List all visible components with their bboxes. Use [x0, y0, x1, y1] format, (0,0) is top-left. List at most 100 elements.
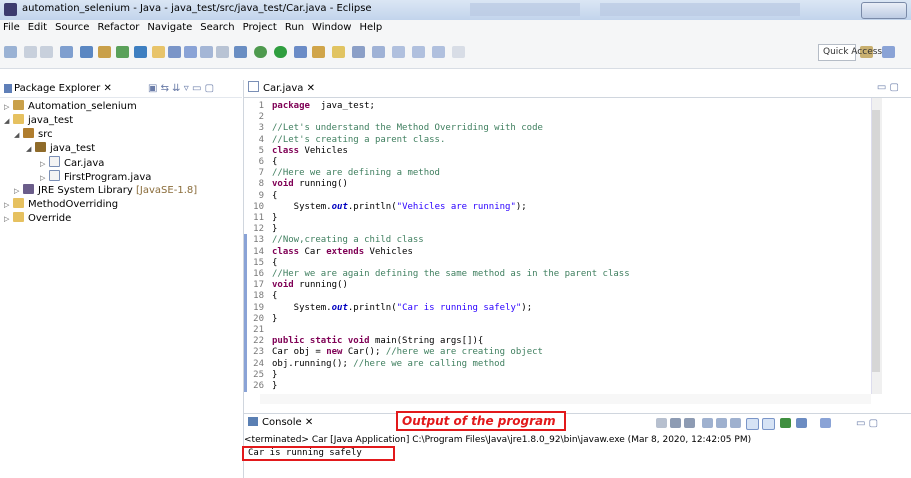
new-folder-icon[interactable] [332, 46, 345, 58]
remove-all-icon[interactable] [684, 418, 695, 428]
code-line[interactable]: 21 [244, 324, 272, 336]
console-minimize-icon[interactable]: ▭ ▢ [856, 418, 878, 429]
tree-item-firstprogram-java[interactable]: ▷ FirstProgram.java [40, 170, 151, 184]
code-line[interactable]: 2 [244, 111, 272, 123]
menu-edit[interactable]: Edit [25, 20, 52, 36]
code-line[interactable]: 17 void running() [244, 279, 348, 292]
open-console-icon[interactable] [820, 418, 831, 428]
collapse-all-icon[interactable]: ▣ ⇆ ⇊ ▿ ▭ ▢ [148, 83, 214, 94]
java-perspective-button[interactable] [882, 46, 895, 58]
menu-navigate[interactable]: Navigate [144, 20, 197, 36]
tree-item-automation-selenium[interactable]: ▷ Automation_selenium [4, 100, 137, 114]
run-external-icon[interactable] [294, 46, 307, 58]
code-line[interactable]: 18 { [244, 290, 277, 303]
editor-tab-car-java[interactable]: Car.java ✕ [248, 80, 318, 97]
terminal-icon[interactable] [60, 46, 73, 58]
skip-breakpoints-icon[interactable] [80, 46, 93, 58]
code-editor[interactable]: 1 package java_test; 2 3 //Let's understand … [244, 98, 871, 394]
tree-item-java-test[interactable]: ◢ java_test [4, 114, 73, 128]
code-line[interactable]: 22 public static void main(String args[])… [244, 335, 483, 348]
code-line[interactable]: 11} [244, 212, 277, 224]
remove-launch-icon[interactable] [670, 418, 681, 428]
menu-project[interactable]: Project [240, 20, 282, 36]
code-line[interactable]: 4 //Let's creating a parent class. [244, 134, 446, 146]
new-project-icon[interactable] [98, 46, 111, 58]
open-perspective-icon[interactable] [312, 46, 325, 58]
debug-icon[interactable] [254, 46, 267, 58]
save-icon[interactable] [24, 46, 37, 58]
tree-item-methodoverriding[interactable]: ▷ MethodOverriding [4, 198, 118, 212]
menu-search[interactable]: Search [197, 20, 239, 36]
quick-access-field[interactable]: Quick Access [818, 44, 882, 61]
window-controls[interactable] [861, 2, 907, 19]
next-icon[interactable] [452, 46, 465, 58]
tree-item-car-java[interactable]: ▷ Car.java [40, 156, 104, 170]
code-line[interactable]: 3 //Let's understand the Method Overridin… [244, 122, 543, 134]
expand-arrow-icon[interactable]: ▷ [4, 212, 13, 226]
expand-arrow-icon[interactable]: ▷ [4, 100, 13, 114]
save-all-icon[interactable] [40, 46, 53, 58]
prev-annotation-icon[interactable] [392, 46, 405, 58]
minimize-maximize-icon[interactable]: ▭ ▢ [877, 82, 899, 93]
menu-window[interactable]: Window [309, 20, 356, 36]
annotation-icon[interactable] [372, 46, 385, 58]
block-select-icon[interactable] [216, 46, 229, 58]
menu-run[interactable]: Run [282, 20, 309, 36]
pin-editor-icon[interactable] [352, 46, 365, 58]
tree-item-override[interactable]: ▷ Override [4, 212, 71, 226]
show-whitespace-icon[interactable] [200, 46, 213, 58]
run-icon[interactable] [274, 46, 287, 58]
new-class-icon[interactable] [134, 46, 147, 58]
code-line[interactable]: 15 { [244, 256, 277, 269]
menu-source[interactable]: Source [52, 20, 94, 36]
menu-help[interactable]: Help [356, 20, 387, 36]
new-icon[interactable] [4, 46, 17, 58]
code-line[interactable]: 12} [244, 223, 277, 235]
tree-item-package-java-test[interactable]: ◢ java_test [26, 142, 95, 156]
forward-icon[interactable] [432, 46, 445, 58]
code-line[interactable]: 19 System.out.println("Car is running sa… [244, 301, 532, 314]
show-stderr-icon[interactable] [762, 418, 775, 430]
code-line[interactable]: 10 System.out.println("Vehicles are runn… [244, 201, 527, 213]
code-line[interactable]: 20} [244, 312, 277, 325]
code-line[interactable]: 5 class Vehicles [244, 145, 348, 157]
expand-arrow-icon[interactable]: ▷ [14, 184, 23, 198]
menu-file[interactable]: File [0, 20, 25, 36]
code-line[interactable]: 14 class Car extends Vehicles [244, 245, 413, 258]
search-icon[interactable] [168, 46, 181, 58]
external-tools-icon[interactable] [234, 46, 247, 58]
code-line[interactable]: 16 //Her we are again defining the same m… [244, 268, 630, 280]
editor-horizontal-scrollbar[interactable] [260, 394, 871, 404]
expand-arrow-icon[interactable]: ▷ [4, 198, 13, 212]
code-line[interactable]: 26} [244, 380, 277, 392]
collapse-arrow-icon[interactable]: ◢ [14, 128, 23, 142]
tree-item-jre-system-library[interactable]: ▷ JRE System Library [JavaSE-1.8] [14, 184, 197, 198]
code-line[interactable]: 8 void running() [244, 178, 348, 190]
toggle-mark-icon[interactable] [184, 46, 197, 58]
scroll-lock-icon[interactable] [716, 418, 727, 428]
new-package-icon[interactable] [116, 46, 129, 58]
package-explorer-title[interactable]: Package Explorer ✕ [14, 83, 112, 94]
collapse-arrow-icon[interactable]: ◢ [26, 142, 35, 156]
collapse-arrow-icon[interactable]: ◢ [4, 114, 13, 128]
code-line[interactable]: 1 package java_test; [244, 100, 375, 112]
code-line[interactable]: 7 //Here we are defining a method [244, 167, 440, 179]
code-line[interactable]: 23 Car obj = new Car(); //here we are cre… [244, 346, 543, 359]
expand-arrow-icon[interactable]: ▷ [40, 171, 49, 185]
clear-console-icon[interactable] [702, 418, 713, 428]
tree-item-src[interactable]: ◢ src [14, 128, 53, 142]
show-stdout-icon[interactable] [746, 418, 759, 430]
editor-scroll-thumb[interactable] [872, 110, 880, 372]
open-type-icon[interactable] [152, 46, 165, 58]
expand-arrow-icon[interactable]: ▷ [40, 157, 49, 171]
code-line[interactable]: 9{ [244, 190, 278, 202]
code-line[interactable]: 24 obj.running(); //here we are calling m… [244, 357, 505, 370]
display-console-icon[interactable] [796, 418, 807, 428]
code-line[interactable]: 13 //Now,creating a child class [244, 234, 424, 247]
code-line[interactable]: 25} [244, 368, 277, 381]
console-tab[interactable]: Console ✕ [248, 414, 313, 431]
menu-refactor[interactable]: Refactor [94, 20, 144, 36]
word-wrap-icon[interactable] [730, 418, 741, 428]
terminate-icon[interactable] [656, 418, 667, 428]
back-icon[interactable] [412, 46, 425, 58]
